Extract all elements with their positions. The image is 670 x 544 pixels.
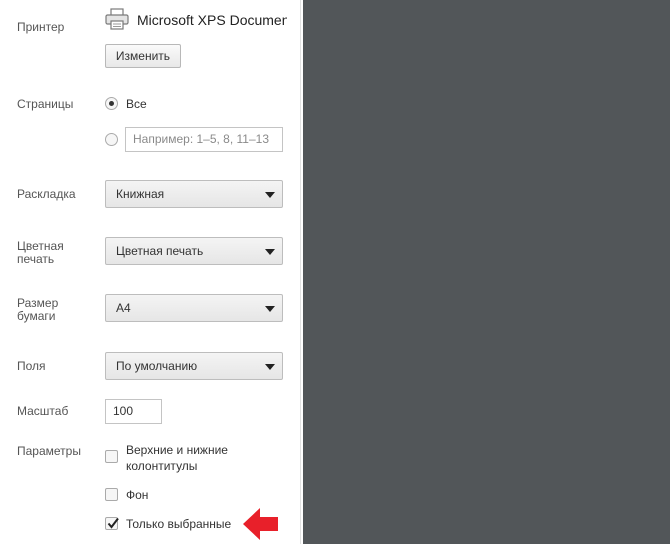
background-label: Фон xyxy=(126,488,149,502)
printer-icon xyxy=(105,8,129,30)
options-label: Параметры xyxy=(17,444,81,458)
scale-input[interactable]: 100 xyxy=(105,399,162,424)
background-checkbox[interactable] xyxy=(105,488,118,501)
checkmark-icon xyxy=(107,517,119,529)
selection-only-checkbox[interactable] xyxy=(105,517,119,530)
layout-select[interactable]: Книжная xyxy=(105,180,283,208)
headers-footers-label-line2: колонтитулы xyxy=(126,459,198,473)
printer-name: Microsoft XPS Document Writer xyxy=(137,12,287,28)
layout-label: Раскладка xyxy=(17,187,76,201)
chevron-down-icon xyxy=(265,249,275,255)
layout-select-value: Книжная xyxy=(116,187,165,201)
chevron-down-icon xyxy=(265,192,275,198)
selection-only-label: Только выбранные xyxy=(126,517,232,531)
pages-all-label: Все xyxy=(126,97,147,111)
paper-size-label: Размер бумаги xyxy=(17,297,58,323)
paper-size-label-line2: бумаги xyxy=(17,309,56,323)
pages-label: Страницы xyxy=(17,97,74,111)
color-label-line2: печать xyxy=(17,252,55,266)
pages-custom-radio[interactable] xyxy=(105,133,118,146)
color-select[interactable]: Цветная печать xyxy=(105,237,283,265)
margins-label: Поля xyxy=(17,359,46,373)
pages-custom-input[interactable]: Например: 1–5, 8, 11–13 xyxy=(125,127,283,152)
color-select-value: Цветная печать xyxy=(116,244,204,258)
paper-size-select-value: A4 xyxy=(116,301,131,315)
margins-select[interactable]: По умолчанию xyxy=(105,352,283,380)
color-label: Цветная печать xyxy=(17,240,64,266)
printer-label: Принтер xyxy=(17,20,65,34)
red-arrow-icon xyxy=(243,508,278,540)
margins-select-value: По умолчанию xyxy=(116,359,198,373)
print-settings-panel: Принтер Microsoft XPS Document Writer Из… xyxy=(0,0,301,544)
chevron-down-icon xyxy=(265,364,275,370)
change-printer-button[interactable]: Изменить xyxy=(105,44,181,68)
paper-size-select[interactable]: A4 xyxy=(105,294,283,322)
headers-footers-label-line1: Верхние и нижние xyxy=(126,443,228,457)
pages-all-radio[interactable] xyxy=(105,97,118,110)
chevron-down-icon xyxy=(265,306,275,312)
print-preview-area xyxy=(303,0,670,544)
headers-footers-label: Верхние и нижние колонтитулы xyxy=(126,443,228,473)
headers-footers-checkbox[interactable] xyxy=(105,450,118,463)
scale-label: Масштаб xyxy=(17,404,69,418)
